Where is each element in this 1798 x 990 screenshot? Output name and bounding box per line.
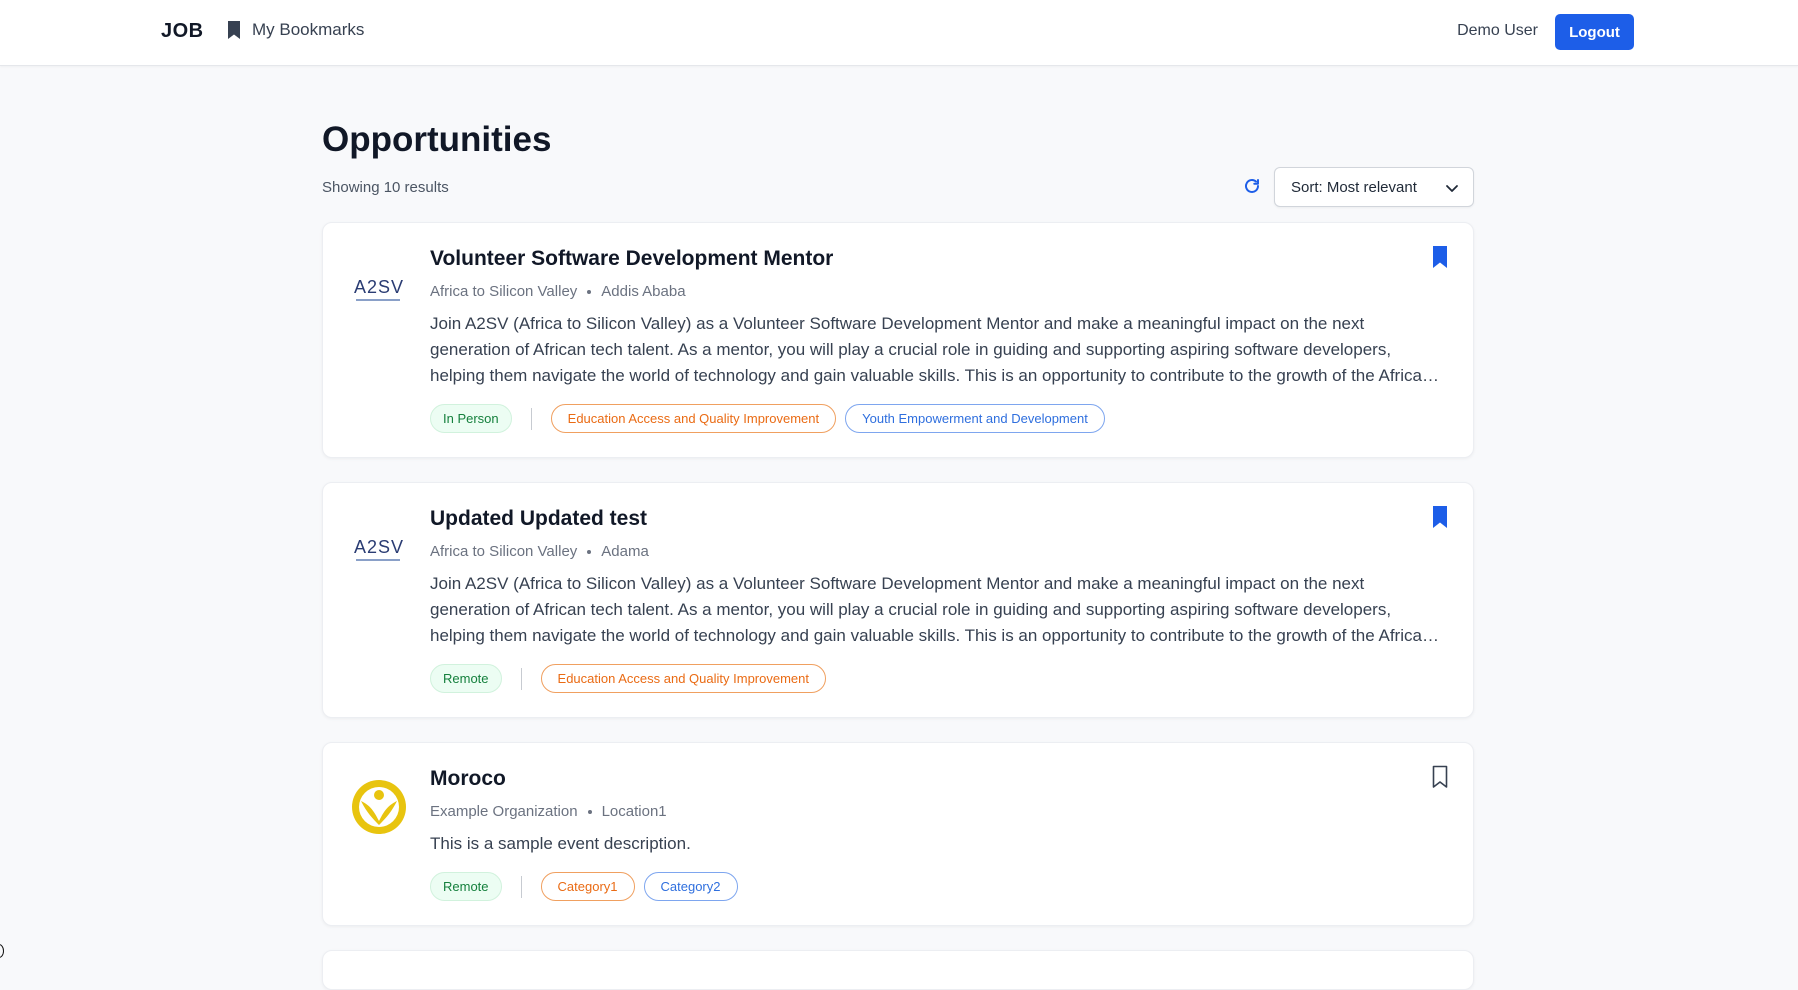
category-tag: Category1 xyxy=(540,872,635,901)
bookmark-icon xyxy=(228,21,240,39)
category-tag: Youth Empowerment and Development xyxy=(845,404,1105,433)
card-meta: Africa to Silicon Valley Addis Ababa xyxy=(430,283,686,300)
bookmark-filled-icon[interactable] xyxy=(1431,505,1449,529)
my-bookmarks-label: My Bookmarks xyxy=(252,20,365,39)
tag-divider xyxy=(520,875,522,898)
organization-name: Africa to Silicon Valley xyxy=(430,543,578,560)
bookmark-outline-icon[interactable] xyxy=(1431,765,1449,789)
page-title: Opportunities xyxy=(322,120,552,159)
sort-label: Sort: Most relevant xyxy=(1291,178,1417,196)
refresh-icon[interactable] xyxy=(1243,177,1261,195)
organization-name: Example Organization xyxy=(430,803,578,820)
cursor-artifact xyxy=(0,944,4,958)
chevron-down-icon xyxy=(1446,185,1458,192)
category-tag: Education Access and Quality Improvement xyxy=(540,664,826,693)
user-name: Demo User xyxy=(1457,22,1538,39)
card-meta: Africa to Silicon Valley Adama xyxy=(430,543,649,560)
card-meta: Example Organization Location1 xyxy=(430,803,667,820)
brand-logo[interactable]: JOB xyxy=(161,20,204,43)
bookmark-filled-icon[interactable] xyxy=(1431,245,1449,269)
organization-name: Africa to Silicon Valley xyxy=(430,283,578,300)
org-logo: A2SV xyxy=(351,259,407,315)
org-logo xyxy=(351,779,407,835)
results-count: Showing 10 results xyxy=(322,179,449,196)
sort-dropdown[interactable]: Sort: Most relevant xyxy=(1274,167,1474,207)
mode-tag: Remote xyxy=(430,664,502,693)
top-navbar: JOB My Bookmarks Demo User Logout xyxy=(0,0,1798,66)
category-tag: Education Access and Quality Improvement xyxy=(550,404,837,433)
location: Location1 xyxy=(601,803,667,820)
location: Addis Ababa xyxy=(601,283,686,300)
mode-tag: In Person xyxy=(430,404,512,433)
card-description: Join A2SV (Africa to Silicon Valley) as … xyxy=(430,574,1432,645)
logout-button[interactable]: Logout xyxy=(1555,14,1634,50)
card-title[interactable]: Updated Updated test xyxy=(430,507,647,531)
separator-dot xyxy=(587,289,592,294)
logo-text: A2SV xyxy=(353,276,405,297)
separator-dot xyxy=(587,549,592,554)
card-description: This is a sample event description. xyxy=(430,834,691,853)
card-title[interactable]: Volunteer Software Development Mentor xyxy=(430,247,833,271)
tag-divider xyxy=(530,407,532,430)
tag-row: Remote Education Access and Quality Impr… xyxy=(430,664,826,693)
person-emblem-icon xyxy=(352,780,406,834)
tag-row: Remote Category1 Category2 xyxy=(430,872,738,901)
location: Adama xyxy=(601,543,649,560)
card-description: Join A2SV (Africa to Silicon Valley) as … xyxy=(430,314,1432,385)
opportunity-card[interactable]: A2SV Updated Updated test Africa to Sili… xyxy=(322,482,1474,718)
opportunity-card[interactable] xyxy=(322,950,1474,990)
my-bookmarks-link[interactable]: My Bookmarks xyxy=(226,20,364,40)
opportunity-card[interactable]: Moroco Example Organization Location1 Th… xyxy=(322,742,1474,926)
tag-divider xyxy=(520,667,522,690)
opportunity-card[interactable]: A2SV Volunteer Software Development Ment… xyxy=(322,222,1474,458)
tag-row: In Person Education Access and Quality I… xyxy=(430,404,1105,433)
separator-dot xyxy=(587,809,592,814)
org-logo: A2SV xyxy=(351,519,407,575)
mode-tag: Remote xyxy=(430,872,502,901)
card-title[interactable]: Moroco xyxy=(430,767,506,791)
category-tag: Category2 xyxy=(643,872,738,901)
logo-text: A2SV xyxy=(353,536,405,557)
